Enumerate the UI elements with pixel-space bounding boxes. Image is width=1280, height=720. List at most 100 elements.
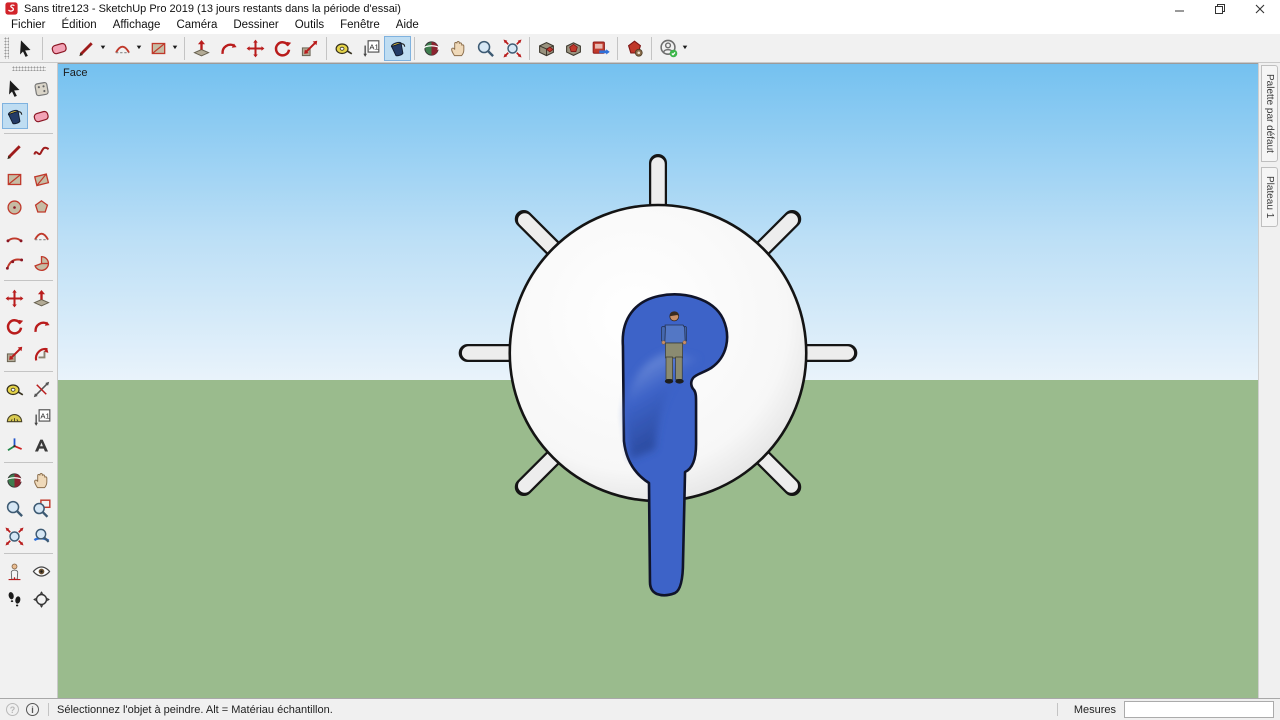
circle-tool[interactable] (2, 194, 28, 220)
toolbar-divider (528, 36, 530, 60)
eraser-tool[interactable] (46, 36, 73, 61)
rotate-tool[interactable] (269, 36, 296, 61)
scale-tool[interactable] (2, 341, 28, 367)
rectangle-tool[interactable]: ▼ (145, 36, 181, 61)
bucket-icon (4, 106, 25, 127)
tray-tab-0[interactable]: Palette par défaut (1261, 65, 1278, 162)
eraser-tool[interactable] (29, 103, 55, 129)
pan-tool[interactable] (445, 36, 472, 61)
measurements-label: Mesures (1073, 703, 1116, 716)
menu-item-4[interactable]: Dessiner (225, 17, 286, 34)
arc-tool[interactable] (2, 222, 28, 248)
select-tool[interactable] (12, 36, 39, 61)
dropdown-caret-icon[interactable]: ▼ (99, 45, 107, 51)
navigation-tool[interactable] (29, 586, 55, 612)
orbit-icon (421, 38, 442, 59)
dropdown-caret-icon[interactable]: ▼ (135, 45, 143, 51)
look-around-tool[interactable] (29, 558, 55, 584)
help-icon[interactable]: ? (6, 703, 19, 716)
three-point-arc-tool[interactable] (2, 250, 28, 276)
menu-item-2[interactable]: Affichage (105, 17, 169, 34)
palette-divider (4, 133, 53, 134)
text-icon: A1 (31, 407, 52, 428)
line-tool[interactable]: ▼ (73, 36, 109, 61)
menu-item-7[interactable]: Aide (388, 17, 427, 34)
restore-button[interactable] (1200, 0, 1240, 17)
orbit-tool[interactable] (418, 36, 445, 61)
dropdown-caret-icon[interactable]: ▼ (171, 45, 179, 51)
minimize-button[interactable] (1160, 0, 1200, 17)
toolbar-grip[interactable] (4, 37, 9, 59)
zoom-tool[interactable] (472, 36, 499, 61)
zoom-tool[interactable] (2, 495, 28, 521)
lookaround-icon (31, 561, 52, 582)
axes-tool[interactable] (2, 432, 28, 458)
tape-measure-tool[interactable] (330, 36, 357, 61)
zoom-extents-tool[interactable] (499, 36, 526, 61)
statusbar-divider (1056, 703, 1058, 716)
share-model[interactable] (560, 36, 587, 61)
arc-tool[interactable]: ▼ (109, 36, 145, 61)
menu-item-3[interactable]: Caméra (168, 17, 225, 34)
rotated-rectangle-tool[interactable] (29, 166, 55, 192)
make-component-tool[interactable] (29, 75, 55, 101)
model-scene[interactable] (58, 64, 1258, 698)
offset-tool[interactable] (29, 341, 55, 367)
measurements-input[interactable] (1124, 701, 1274, 718)
rotate-tool[interactable] (2, 313, 28, 339)
two-point-arc-tool[interactable] (29, 222, 55, 248)
dimension-tool[interactable] (29, 376, 55, 402)
menubar: Fichier Édition Affichage Caméra Dessiner Out… (0, 17, 1280, 34)
tape-icon (4, 379, 25, 400)
push-pull-tool[interactable] (29, 285, 55, 311)
zoomwin-icon (31, 498, 52, 519)
orbit-tool[interactable] (2, 467, 28, 493)
position-camera-tool[interactable] (2, 558, 28, 584)
drawing-area[interactable]: Face (58, 63, 1258, 698)
select-tool[interactable] (2, 75, 28, 101)
extwh-icon (590, 38, 611, 59)
info-icon[interactable]: i (26, 703, 39, 716)
toolbar-divider (650, 36, 652, 60)
scale-tool[interactable] (296, 36, 323, 61)
move-tool[interactable] (242, 36, 269, 61)
arc-icon (4, 225, 25, 246)
follow-me-tool[interactable] (29, 313, 55, 339)
follow-me-tool[interactable] (215, 36, 242, 61)
pan-tool[interactable] (29, 467, 55, 493)
palette-grip[interactable] (11, 66, 46, 71)
toolbar-divider (183, 36, 185, 60)
walk-tool[interactable] (2, 586, 28, 612)
menu-item-6[interactable]: Fenêtre (332, 17, 388, 34)
rectangle-tool[interactable] (2, 166, 28, 192)
account[interactable]: ▼ (655, 36, 691, 61)
paint-bucket-tool[interactable] (383, 35, 411, 61)
zoom-extents-tool[interactable] (2, 523, 28, 549)
previous-view-tool[interactable] (29, 523, 55, 549)
tape-measure-tool[interactable] (2, 376, 28, 402)
close-button[interactable] (1240, 0, 1280, 17)
3d-warehouse[interactable] (533, 36, 560, 61)
scale-icon (299, 38, 320, 59)
menu-item-0[interactable]: Fichier (3, 17, 54, 34)
axes-icon (4, 435, 25, 456)
paint-bucket-tool[interactable] (1, 103, 28, 129)
3d-text-tool[interactable] (29, 432, 55, 458)
line-tool[interactable] (2, 138, 28, 164)
large-tool-set: A1 (0, 63, 58, 698)
move-tool[interactable] (2, 285, 28, 311)
text-tool[interactable]: A1 (29, 404, 55, 430)
polygon-tool[interactable] (29, 194, 55, 220)
dropdown-caret-icon[interactable]: ▼ (681, 45, 689, 51)
freehand-tool[interactable] (29, 138, 55, 164)
protractor-tool[interactable] (2, 404, 28, 430)
push-pull-tool[interactable] (188, 36, 215, 61)
extension-manager[interactable] (621, 36, 648, 61)
extension-warehouse[interactable] (587, 36, 614, 61)
tray-tab-1[interactable]: Plateau 1 (1261, 166, 1278, 228)
menu-item-5[interactable]: Outils (287, 17, 332, 34)
pie-tool[interactable] (29, 250, 55, 276)
text-tool[interactable]: A1 (357, 36, 384, 61)
menu-item-1[interactable]: Édition (54, 17, 105, 34)
zoom-window-tool[interactable] (29, 495, 55, 521)
